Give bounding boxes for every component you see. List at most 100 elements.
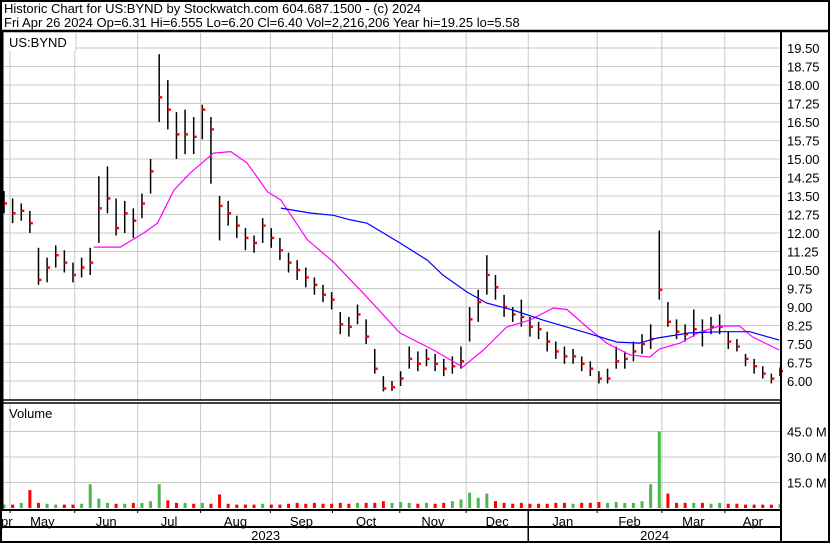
close-tick: [529, 325, 533, 328]
month-label: Aug: [224, 514, 247, 529]
volume-bar: [218, 494, 222, 508]
close-tick: [754, 365, 758, 368]
close-tick: [400, 377, 404, 380]
close-tick: [538, 328, 542, 331]
volume-bar: [364, 502, 368, 508]
close-tick: [366, 335, 370, 338]
volume-label: Volume: [9, 406, 52, 421]
volume-bar: [511, 503, 515, 508]
close-tick: [624, 357, 628, 361]
close-tick: [581, 362, 585, 365]
volume-bar: [407, 502, 411, 508]
price-tick-label: 15.00: [787, 152, 820, 167]
volume-bar: [752, 504, 756, 508]
volume-bar: [149, 501, 153, 508]
symbol-label: US:BYND: [9, 35, 67, 50]
volume-bar: [450, 501, 454, 508]
close-tick: [4, 202, 7, 205]
volume-bar: [571, 503, 575, 508]
price-tick-label: 6.75: [787, 356, 812, 371]
volume-bar: [183, 502, 187, 508]
close-tick: [521, 315, 525, 319]
close-tick: [340, 323, 344, 326]
volume-bar: [718, 502, 722, 508]
close-tick: [185, 133, 189, 136]
volume-bar: [243, 504, 247, 508]
close-tick: [288, 261, 292, 264]
volume-bar: [338, 502, 342, 508]
volume-bar: [761, 504, 765, 508]
volume-bar: [28, 490, 32, 508]
close-tick: [323, 293, 327, 296]
price-tick-label: 12.00: [787, 226, 820, 241]
close-tick: [228, 212, 232, 215]
month-label: Feb: [618, 514, 640, 529]
volume-bar: [519, 502, 523, 508]
close-tick: [124, 212, 128, 215]
month-label: Apr: [743, 514, 764, 529]
close-tick: [547, 340, 551, 343]
volume-bar: [278, 504, 282, 508]
close-tick: [176, 133, 180, 136]
volume-bar: [140, 502, 144, 508]
price-tick-label: 9.75: [787, 282, 812, 297]
volume-bar: [468, 492, 472, 508]
volume-bar: [330, 503, 334, 508]
close-tick: [202, 108, 206, 111]
volume-bar: [459, 499, 463, 508]
close-tick: [12, 212, 16, 215]
close-tick: [607, 377, 611, 380]
price-tick-label: 18.00: [787, 78, 820, 93]
volume-bar: [606, 502, 610, 508]
volume-bar: [476, 497, 480, 508]
volume-bar: [373, 502, 377, 508]
volume-bar: [666, 493, 670, 508]
volume-bar: [19, 502, 23, 508]
close-tick: [495, 286, 499, 289]
close-tick: [357, 313, 361, 316]
volume-bar: [640, 501, 644, 508]
volume-bar: [769, 504, 773, 508]
volume-bar: [709, 503, 713, 508]
volume-bar: [614, 502, 618, 508]
volume-bar: [433, 503, 437, 508]
close-tick: [107, 197, 111, 200]
close-tick: [633, 350, 637, 353]
volume-bar: [166, 500, 170, 508]
volume-bar: [683, 502, 687, 508]
close-tick: [728, 340, 732, 343]
close-tick: [573, 355, 577, 358]
volume-bar: [562, 502, 566, 508]
price-tick-label: 19.50: [787, 41, 820, 56]
close-tick: [141, 202, 145, 205]
volume-bar: [554, 502, 558, 508]
month-label: Oct: [356, 514, 377, 529]
volume-bar: [54, 504, 58, 508]
volume-bar: [649, 484, 653, 508]
volume-bar: [321, 503, 325, 508]
volume-bar: [312, 502, 316, 508]
close-tick: [443, 367, 447, 370]
close-tick: [193, 135, 197, 139]
month-label: Jul: [161, 514, 178, 529]
year-label: 2024: [640, 528, 669, 543]
close-tick: [210, 128, 214, 131]
volume-tick-label: 15.0 M: [787, 476, 827, 491]
close-tick: [38, 278, 42, 282]
close-tick: [469, 318, 473, 321]
close-tick: [90, 261, 94, 264]
volume-bar: [45, 503, 49, 508]
close-tick: [409, 357, 413, 361]
volume-bar: [545, 503, 549, 508]
price-tick-label: 10.50: [787, 263, 820, 278]
chart-title: Historic Chart for US:BYND by Stockwatch…: [4, 1, 421, 16]
price-tick-label: 7.50: [787, 337, 812, 352]
volume-bar: [123, 503, 127, 508]
close-tick: [72, 273, 76, 277]
close-tick: [736, 345, 740, 348]
year-label: 2023: [251, 528, 280, 543]
volume-bar: [157, 484, 161, 508]
volume-bar: [692, 502, 696, 508]
volume-bar: [209, 503, 213, 508]
price-tick-label: 13.50: [787, 189, 820, 204]
